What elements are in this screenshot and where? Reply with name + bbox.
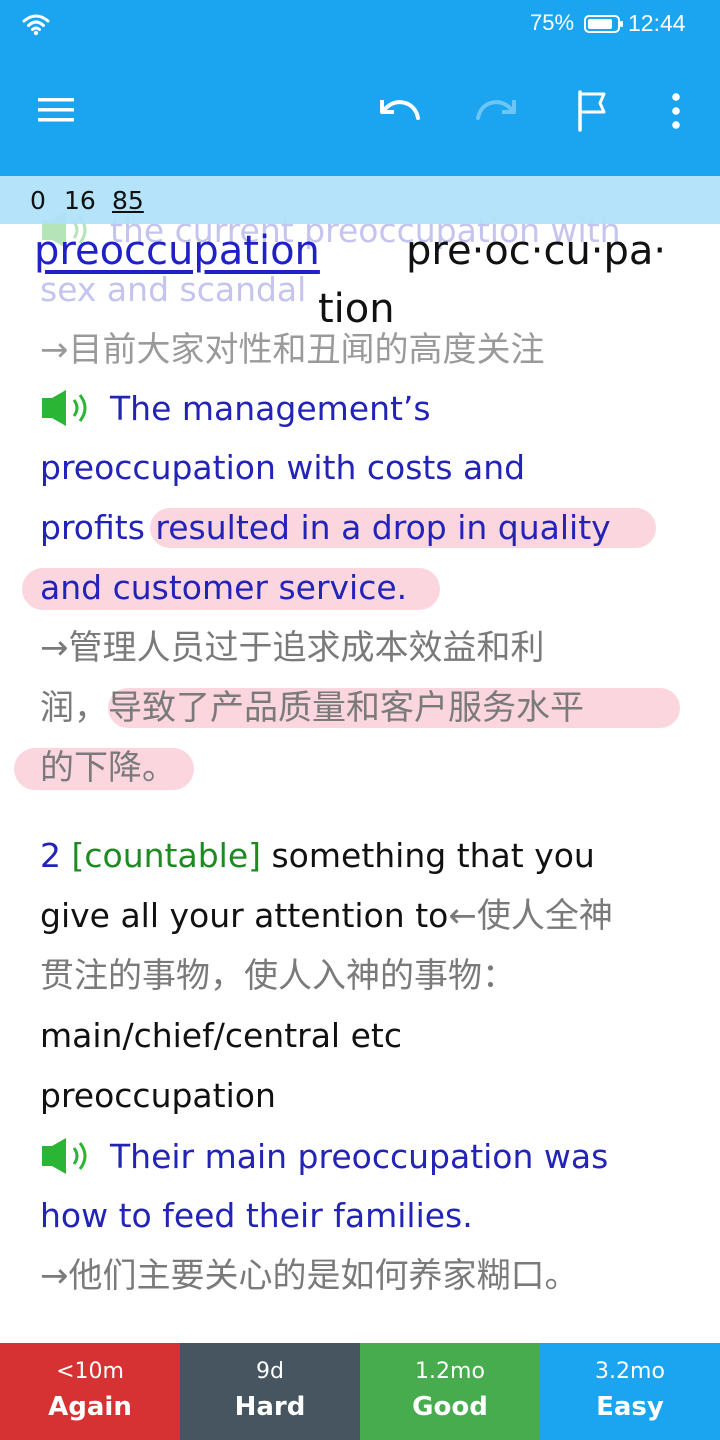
faded-example-text-2: sex and scandal — [40, 270, 307, 309]
hard-interval: 9d — [256, 1359, 284, 1384]
easy-label: Easy — [596, 1392, 664, 1422]
grammar-tag: [countable] — [71, 836, 262, 875]
new-count: 0 — [30, 186, 46, 215]
example-2-line-1: Their main preoccupation was — [40, 1136, 608, 1177]
answer-buttons: <10m Again 9d Hard 1.2mo Good 3.2mo Easy — [0, 1343, 720, 1440]
more-vertical-icon[interactable] — [660, 86, 692, 134]
toolbar — [0, 50, 720, 176]
example-1-line-2: preoccupation with costs and — [40, 448, 526, 487]
sense-2-definition: 2 [countable] something that you — [40, 836, 595, 875]
example-1-line-1: The management’s — [40, 388, 431, 429]
syllabification-cont: tion — [318, 286, 395, 332]
example-1-translation-2: 润，导致了产品质量和客户服务水平 — [40, 688, 584, 728]
redo-icon[interactable] — [470, 90, 522, 130]
collocation-line-1: main/chief/central etc — [40, 1016, 402, 1055]
sense-2-translation: 贯注的事物，使人入神的事物： — [40, 956, 516, 996]
headword-link[interactable]: preoccupation — [34, 228, 320, 274]
card-content[interactable]: the current preoccupation with sex and s… — [0, 176, 720, 1343]
again-button[interactable]: <10m Again — [0, 1343, 180, 1440]
speaker-icon[interactable] — [40, 388, 100, 428]
undo-icon[interactable] — [374, 90, 426, 130]
easy-button[interactable]: 3.2mo Easy — [540, 1343, 720, 1440]
menu-icon[interactable] — [30, 88, 80, 130]
wifi-icon — [22, 14, 50, 36]
flag-icon[interactable] — [572, 86, 612, 134]
again-label: Again — [48, 1392, 132, 1422]
collocation-line-2: preoccupation — [40, 1076, 276, 1115]
good-label: Good — [412, 1392, 488, 1422]
card-counts-bar: 0 16 85 — [0, 176, 720, 224]
example-2-translation: →他们主要关心的是如何养家糊口。 — [40, 1256, 579, 1296]
again-interval: <10m — [56, 1359, 124, 1384]
hard-button[interactable]: 9d Hard — [180, 1343, 360, 1440]
learning-count: 16 — [64, 186, 96, 215]
good-interval: 1.2mo — [415, 1359, 485, 1384]
clock: 12:44 — [628, 10, 686, 36]
example-2-line-2: how to feed their families. — [40, 1196, 473, 1235]
hard-label: Hard — [234, 1392, 306, 1422]
speaker-icon[interactable] — [40, 1136, 100, 1176]
battery-icon — [584, 15, 623, 33]
good-button[interactable]: 1.2mo Good — [360, 1343, 540, 1440]
syllabification: pre·oc·cu·pa· — [406, 228, 667, 274]
sense-2-definition-cont: give all your attention to←使人全神 — [40, 896, 613, 936]
faded-example-translation: →目前大家对性和丑闻的高度关注 — [40, 330, 545, 370]
review-count: 85 — [112, 186, 144, 215]
example-1-line-3: profits resulted in a drop in quality — [40, 508, 611, 547]
easy-interval: 3.2mo — [595, 1359, 665, 1384]
example-1-translation-1: →管理人员过于追求成本效益和利 — [40, 628, 545, 668]
status-bar: 75% 12:44 — [0, 0, 720, 50]
example-1-translation-3: 的下降。 — [40, 748, 176, 788]
example-1-line-4: and customer service. — [40, 568, 408, 607]
battery-percent: 75% — [530, 10, 575, 35]
sense-number: 2 — [40, 836, 61, 875]
